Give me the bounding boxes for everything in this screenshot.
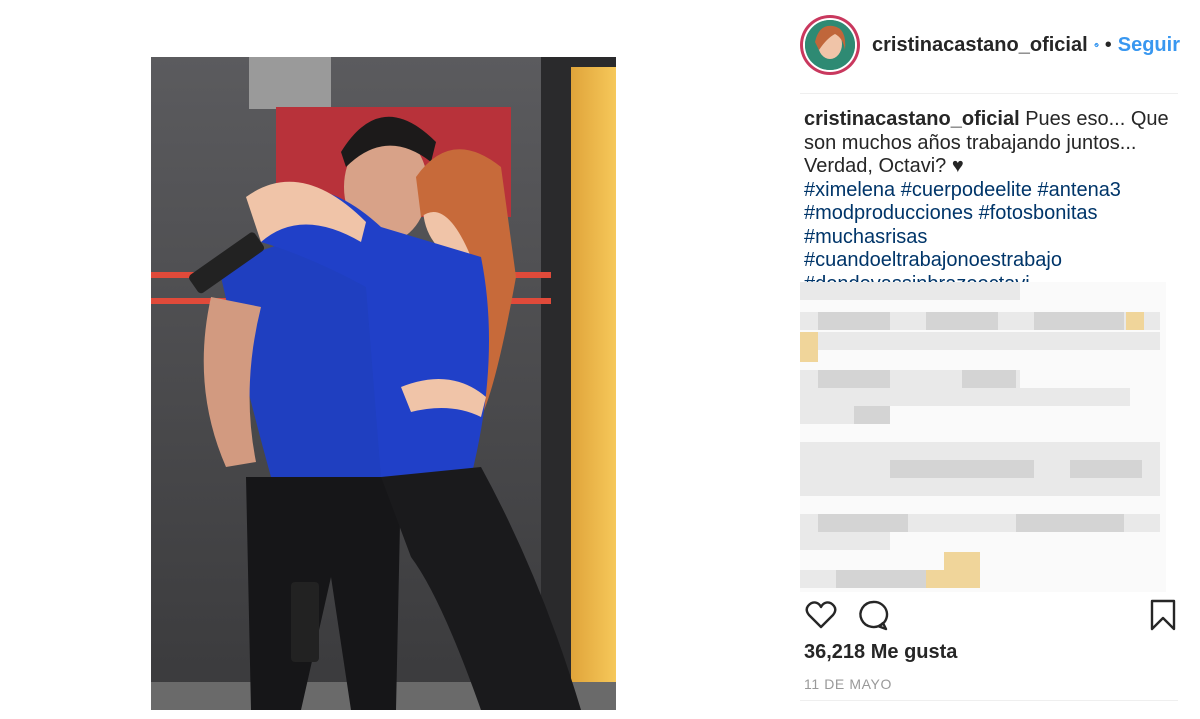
verified-badge-icon [1093, 42, 1099, 48]
post-photo[interactable] [151, 57, 616, 710]
heart-icon[interactable] [804, 598, 838, 632]
follow-button[interactable]: Seguir [1118, 34, 1180, 57]
post-actions [804, 598, 1184, 634]
hashtag[interactable]: #ximelena [804, 179, 895, 201]
hashtag-list: #ximelena #cuerpodeelite #antena3 #modpr… [804, 179, 1180, 297]
post-caption: cristinacastano_oficial Pues eso... Que … [804, 108, 1180, 296]
hashtag[interactable]: #muchasrisas [804, 226, 927, 248]
likes-count[interactable]: 36,218 Me gusta [804, 641, 957, 664]
caption-username[interactable]: cristinacastano_oficial [804, 108, 1020, 130]
blurred-comments [800, 282, 1166, 592]
hashtag[interactable]: #cuerpodeelite [901, 179, 1032, 201]
post-header: cristinacastano_oficial • Seguir [800, 14, 1180, 76]
post-username[interactable]: cristinacastano_oficial [872, 34, 1088, 57]
post-panel: cristinacastano_oficial • Seguir cristin… [800, 0, 1180, 719]
hashtag[interactable]: #antena3 [1038, 179, 1121, 201]
comment-bubble-icon[interactable] [856, 598, 890, 632]
post-date[interactable]: 11 DE MAYO [804, 676, 892, 692]
hashtag[interactable]: #modproducciones [804, 202, 973, 224]
hashtag[interactable]: #cuandoeltrabajonoestrabajo [804, 249, 1062, 271]
avatar[interactable] [800, 15, 860, 75]
separator-dot: • [1104, 33, 1112, 56]
hashtag[interactable]: #fotosbonitas [979, 202, 1098, 224]
footer-divider [800, 700, 1178, 701]
header-divider [800, 93, 1178, 94]
bookmark-icon[interactable] [1146, 598, 1180, 632]
